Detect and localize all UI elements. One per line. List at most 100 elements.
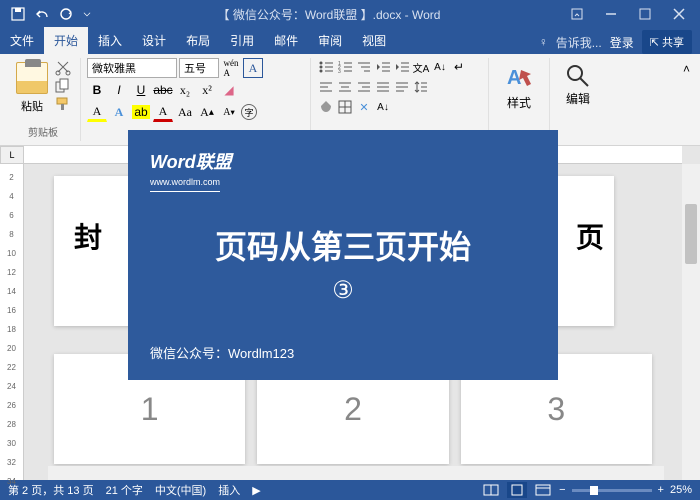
clear-format-icon[interactable]: ◢ bbox=[219, 80, 239, 100]
edit-button[interactable]: 编辑 bbox=[556, 58, 600, 111]
titlebar: 【 微信公众号：Word联盟 】.docx - Word bbox=[0, 0, 700, 28]
paste-button[interactable]: 粘贴 bbox=[12, 58, 52, 118]
italic-button[interactable]: I bbox=[109, 80, 129, 100]
align-left-icon[interactable] bbox=[317, 78, 335, 96]
ribbon-tabs: 文件 开始 插入 设计 布局 引用 邮件 审阅 视图 ♀ 告诉我... 登录 ⇱… bbox=[0, 28, 700, 54]
font-group: 微软雅黑 五号 wénA A B I U abc x₂ x² ◢ A A ab … bbox=[81, 58, 311, 141]
bold-button[interactable]: B bbox=[87, 80, 107, 100]
tab-review[interactable]: 审阅 bbox=[308, 27, 352, 54]
tellme-input[interactable]: 告诉我... bbox=[556, 34, 602, 51]
styles-button[interactable]: A 样式 bbox=[495, 58, 543, 115]
web-layout-icon[interactable] bbox=[533, 482, 553, 498]
line-spacing-icon[interactable] bbox=[412, 78, 430, 96]
save-icon[interactable] bbox=[10, 6, 26, 22]
show-marks-icon[interactable]: ↵ bbox=[450, 58, 468, 76]
vertical-scrollbar[interactable] bbox=[682, 164, 700, 480]
overlay-banner: Word联盟 www.wordlm.com 页码从第三页开始 ③ 微信公众号：W… bbox=[128, 130, 558, 380]
zoom-out-button[interactable]: − bbox=[559, 484, 565, 496]
read-mode-icon[interactable] bbox=[481, 482, 501, 498]
sort-para-icon[interactable]: A↓ bbox=[374, 98, 392, 116]
distribute-icon[interactable] bbox=[393, 78, 411, 96]
undo-icon[interactable] bbox=[34, 6, 50, 22]
svg-text:A: A bbox=[507, 67, 521, 89]
paragraph-group: 123 文A A↓ ↵ ✕ A↓ bbox=[311, 58, 489, 141]
sort-icon[interactable]: A↓ bbox=[431, 58, 449, 76]
font-color-icon[interactable]: A bbox=[153, 102, 173, 122]
word-count[interactable]: 21 个字 bbox=[106, 482, 143, 498]
overlay-footer: 微信公众号：Wordlm123 bbox=[150, 343, 294, 362]
tab-home[interactable]: 开始 bbox=[44, 27, 88, 54]
cut-icon[interactable] bbox=[54, 60, 72, 76]
bullets-icon[interactable] bbox=[317, 58, 335, 76]
tab-insert[interactable]: 插入 bbox=[88, 27, 132, 54]
shading-icon[interactable] bbox=[317, 98, 335, 116]
statusbar: 第 2 页，共 13 页 21 个字 中文(中国) 插入 ▶ − + 25% bbox=[0, 480, 700, 500]
tab-view[interactable]: 视图 bbox=[352, 27, 396, 54]
text-direction-icon[interactable]: 文A bbox=[412, 58, 430, 76]
font-size-combo[interactable]: 五号 bbox=[179, 58, 219, 78]
overlay-title: 页码从第三页开始 bbox=[150, 222, 536, 268]
multilevel-list-icon[interactable] bbox=[355, 58, 373, 76]
share-button[interactable]: ⇱ 共享 bbox=[642, 30, 692, 54]
vertical-ruler[interactable]: 246810121416182022242628303234 bbox=[0, 164, 24, 480]
increase-indent-icon[interactable] bbox=[393, 58, 411, 76]
shrink-font-icon[interactable]: A▾ bbox=[219, 102, 239, 122]
minimize-icon[interactable] bbox=[596, 4, 626, 24]
login-button[interactable]: 登录 bbox=[610, 34, 634, 51]
grow-font-icon[interactable]: A▴ bbox=[197, 102, 217, 122]
redo-icon[interactable] bbox=[58, 6, 74, 22]
tab-layout[interactable]: 布局 bbox=[176, 27, 220, 54]
text-highlight-icon[interactable]: A bbox=[87, 102, 107, 122]
phonetic-guide-icon[interactable]: wénA bbox=[221, 58, 241, 78]
ruler-corner[interactable]: L bbox=[0, 146, 24, 164]
superscript-button[interactable]: x² bbox=[197, 80, 217, 100]
zoom-level[interactable]: 25% bbox=[670, 484, 692, 496]
strikethrough-button[interactable]: abc bbox=[153, 80, 173, 100]
borders-icon[interactable] bbox=[336, 98, 354, 116]
paste-icon bbox=[16, 62, 48, 94]
format-painter-icon[interactable] bbox=[54, 96, 72, 112]
window-controls bbox=[556, 4, 700, 24]
zoom-in-button[interactable]: + bbox=[658, 484, 664, 496]
tab-design[interactable]: 设计 bbox=[132, 27, 176, 54]
align-right-icon[interactable] bbox=[355, 78, 373, 96]
maximize-icon[interactable] bbox=[630, 4, 660, 24]
svg-text:3: 3 bbox=[338, 69, 341, 74]
insert-mode[interactable]: 插入 bbox=[218, 482, 240, 498]
font-name-combo[interactable]: 微软雅黑 bbox=[87, 58, 177, 78]
close-icon[interactable] bbox=[664, 4, 694, 24]
scroll-thumb[interactable] bbox=[685, 204, 697, 264]
decrease-indent-icon[interactable] bbox=[374, 58, 392, 76]
horizontal-scrollbar[interactable] bbox=[48, 466, 664, 480]
numbering-icon[interactable]: 123 bbox=[336, 58, 354, 76]
justify-icon[interactable] bbox=[374, 78, 392, 96]
clipboard-group: 粘贴 剪贴板 bbox=[6, 58, 81, 141]
copy-icon[interactable] bbox=[54, 78, 72, 94]
char-border-icon[interactable]: A bbox=[243, 58, 263, 78]
align-center-icon[interactable] bbox=[336, 78, 354, 96]
qat-dropdown-icon[interactable] bbox=[82, 6, 92, 22]
macro-icon[interactable]: ▶ bbox=[252, 484, 260, 497]
editing-group: 编辑 bbox=[550, 58, 606, 141]
text-effects-icon[interactable]: A bbox=[109, 102, 129, 122]
page-count[interactable]: 第 2 页，共 13 页 bbox=[8, 482, 94, 498]
enclose-char-icon[interactable]: 字 bbox=[241, 104, 257, 120]
ribbon-options-icon[interactable] bbox=[562, 4, 592, 24]
tab-file[interactable]: 文件 bbox=[0, 27, 44, 54]
tab-mailings[interactable]: 邮件 bbox=[264, 27, 308, 54]
overlay-logo-url: www.wordlm.com bbox=[150, 177, 220, 192]
asian-layout-icon[interactable]: ✕ bbox=[355, 98, 373, 116]
highlight-color-icon[interactable]: ab bbox=[131, 102, 151, 122]
language-status[interactable]: 中文(中国) bbox=[155, 482, 206, 498]
print-layout-icon[interactable] bbox=[507, 482, 527, 498]
collapse-ribbon-icon[interactable]: ˄ bbox=[679, 58, 694, 141]
clipboard-label: 剪贴板 bbox=[12, 122, 74, 141]
styles-icon: A bbox=[503, 62, 535, 94]
overlay-number: ③ bbox=[150, 276, 536, 305]
window-title: 【 微信公众号：Word联盟 】.docx - Word bbox=[102, 6, 556, 23]
zoom-slider[interactable] bbox=[572, 489, 652, 492]
change-case-icon[interactable]: Aa bbox=[175, 102, 195, 122]
tab-references[interactable]: 引用 bbox=[220, 27, 264, 54]
subscript-button[interactable]: x₂ bbox=[175, 80, 195, 100]
underline-button[interactable]: U bbox=[131, 80, 151, 100]
